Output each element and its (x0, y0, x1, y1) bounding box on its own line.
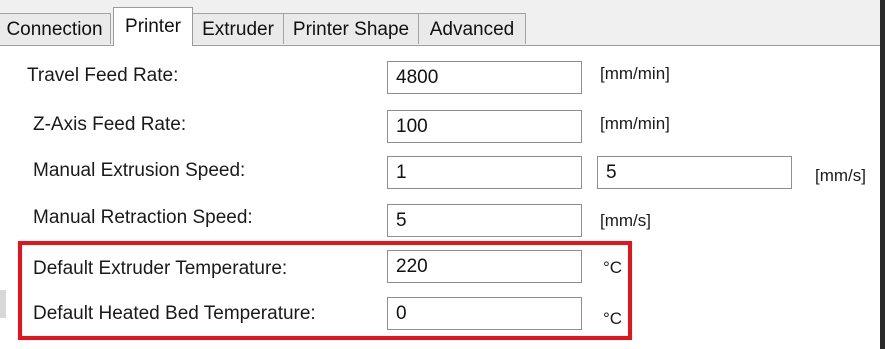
default-heated-bed-temperature-input[interactable]: 0 (387, 297, 582, 330)
tab-extruder[interactable]: Extruder (192, 13, 284, 44)
manual-extrusion-speed-input-2[interactable]: 5 (597, 156, 792, 189)
manual-extrusion-speed-unit: [mm/s] (815, 166, 866, 185)
travel-feed-rate-label: Travel Feed Rate: (27, 65, 179, 86)
default-heated-bed-temperature-label: Default Heated Bed Temperature: (33, 303, 316, 324)
window-edge-left (0, 290, 6, 318)
default-extruder-temperature-unit: °C (603, 258, 623, 277)
tab-bar: Connection Printer Extruder Printer Shap… (0, 0, 885, 46)
window-edge (880, 0, 885, 349)
manual-retraction-speed-label: Manual Retraction Speed: (33, 207, 253, 228)
z-axis-feed-rate-input[interactable]: 100 (387, 110, 582, 143)
tab-printer[interactable]: Printer (113, 7, 193, 46)
manual-retraction-speed-unit: [mm/s] (600, 211, 651, 230)
default-heated-bed-temperature-unit: °C (603, 309, 623, 328)
z-axis-feed-rate-unit: [mm/min] (600, 114, 670, 133)
tab-advanced[interactable]: Advanced (418, 13, 526, 44)
manual-extrusion-speed-label: Manual Extrusion Speed: (33, 160, 246, 181)
travel-feed-rate-input[interactable]: 4800 (387, 61, 582, 94)
tab-connection[interactable]: Connection (0, 13, 111, 44)
default-extruder-temperature-label: Default Extruder Temperature: (33, 258, 288, 279)
tab-printer-shape[interactable]: Printer Shape (283, 13, 419, 44)
z-axis-feed-rate-label: Z-Axis Feed Rate: (33, 114, 187, 135)
manual-retraction-speed-input[interactable]: 5 (387, 204, 582, 237)
manual-extrusion-speed-input-1[interactable]: 1 (387, 156, 582, 189)
default-extruder-temperature-input[interactable]: 220 (387, 250, 582, 283)
travel-feed-rate-unit: [mm/min] (600, 64, 670, 83)
